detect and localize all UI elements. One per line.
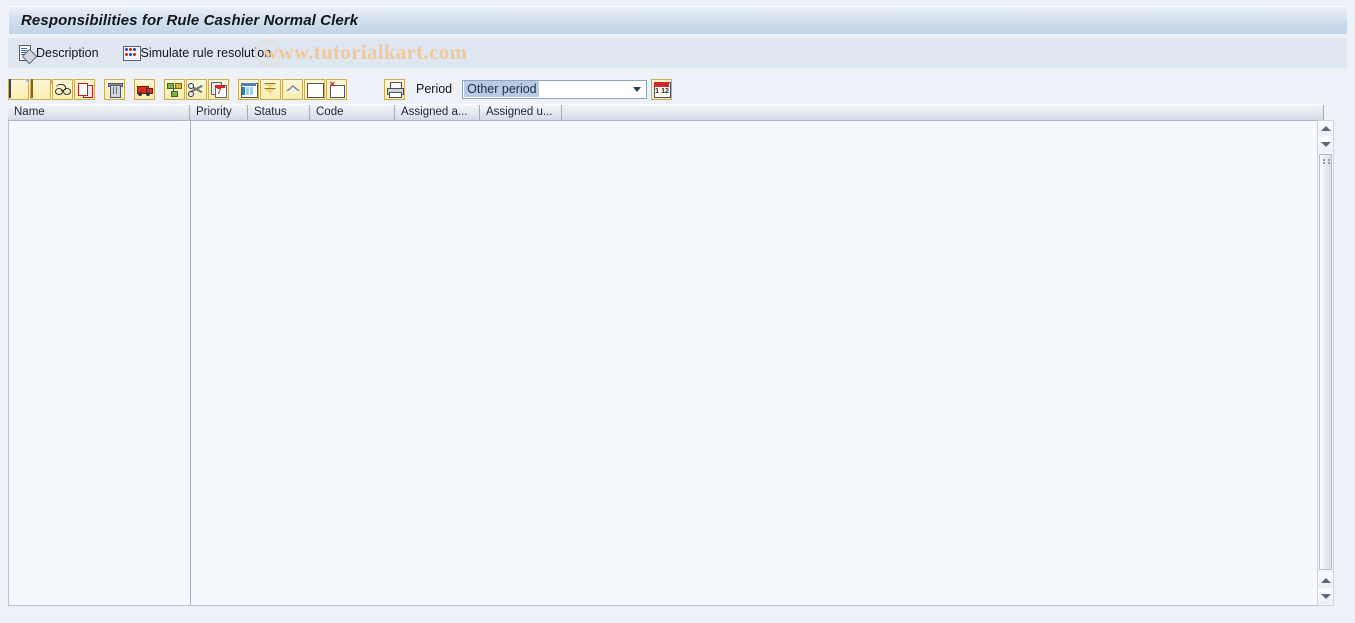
change-button[interactable] bbox=[30, 78, 51, 100]
responsibilities-grid: Name Priority Status Code Assigned a... … bbox=[8, 104, 1324, 606]
application-toolbar: 7 ✕ Period Other period 1 12 bbox=[8, 76, 1347, 102]
list-button[interactable] bbox=[304, 78, 325, 100]
simulate-rule-icon bbox=[122, 45, 141, 61]
description-button-label: Description bbox=[36, 46, 99, 60]
period-calendar-button[interactable]: 1 12 bbox=[651, 78, 673, 100]
description-button[interactable]: Description bbox=[14, 42, 103, 65]
scroll-up-button-bottom[interactable] bbox=[1318, 573, 1333, 588]
simulate-rule-resolution-label: Simulate rule resolution bbox=[140, 46, 272, 60]
print-button[interactable] bbox=[384, 78, 405, 100]
window-title-bar: Responsibilities for Rule Cashier Normal… bbox=[8, 6, 1347, 34]
column-header-assigned-u[interactable]: Assigned u... bbox=[480, 105, 562, 120]
period-selected-value: Other period bbox=[464, 81, 539, 97]
scroll-up-arrow-icon bbox=[1320, 126, 1331, 131]
scroll-up-button-top[interactable] bbox=[1318, 121, 1333, 136]
scroll-down-arrow-icon bbox=[1320, 594, 1331, 599]
column-header-name[interactable]: Name bbox=[8, 105, 190, 120]
create-button[interactable] bbox=[8, 78, 29, 100]
simulate-rule-resolution-button[interactable]: Simulate rule resolution bbox=[119, 42, 276, 64]
sap-transaction-window: Responsibilities for Rule Cashier Normal… bbox=[0, 0, 1355, 623]
column-header-assigned-a[interactable]: Assigned a... bbox=[395, 105, 480, 120]
scroll-down-button-bottom[interactable] bbox=[1318, 589, 1333, 604]
scroll-down-button-top[interactable] bbox=[1318, 137, 1333, 152]
where-used-button[interactable]: 7 bbox=[208, 78, 229, 100]
collapse-button[interactable] bbox=[260, 78, 281, 100]
delete-button[interactable] bbox=[104, 78, 125, 100]
scrollbar-thumb[interactable] bbox=[1319, 154, 1332, 570]
scrollbar-grip-icon bbox=[1323, 159, 1330, 164]
grid-column-divider bbox=[190, 121, 191, 606]
function-button-bar: Description Simulate rule resolution bbox=[8, 38, 1347, 68]
spreadsheet-button[interactable]: ✕ bbox=[326, 78, 347, 100]
org-structure-button[interactable] bbox=[164, 78, 185, 100]
transport-button[interactable] bbox=[134, 78, 155, 100]
document-pen-icon bbox=[18, 45, 38, 65]
copy-button[interactable] bbox=[74, 78, 95, 100]
expand-button[interactable] bbox=[282, 78, 303, 100]
scroll-down-arrow-icon bbox=[1320, 142, 1331, 147]
cut-button[interactable] bbox=[186, 78, 207, 100]
period-dropdown[interactable]: Other period bbox=[462, 79, 648, 99]
table-view-button[interactable] bbox=[238, 78, 259, 100]
column-header-priority[interactable]: Priority bbox=[190, 105, 248, 120]
column-header-status[interactable]: Status bbox=[248, 105, 310, 120]
scroll-up-arrow-icon bbox=[1320, 578, 1331, 583]
grid-header-row: Name Priority Status Code Assigned a... … bbox=[8, 104, 1324, 121]
page-title: Responsibilities for Rule Cashier Normal… bbox=[21, 12, 359, 29]
display-button[interactable] bbox=[52, 78, 73, 100]
column-header-code[interactable]: Code bbox=[310, 105, 395, 120]
period-label: Period bbox=[416, 82, 453, 96]
column-header-filler bbox=[562, 105, 1324, 120]
grid-body-empty[interactable] bbox=[8, 121, 1324, 606]
grid-vertical-scrollbar[interactable] bbox=[1317, 120, 1334, 606]
chevron-down-icon[interactable] bbox=[629, 81, 646, 97]
